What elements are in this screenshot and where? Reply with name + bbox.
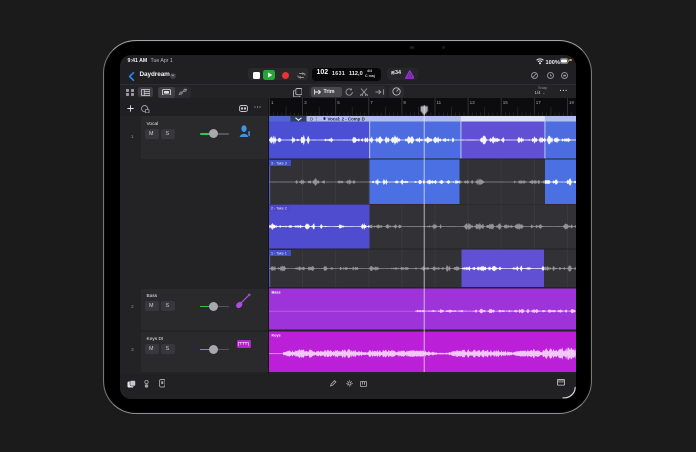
- svg-text:17: 17: [535, 100, 541, 105]
- svg-text:15: 15: [502, 100, 508, 105]
- svg-text:Keys: Keys: [271, 333, 280, 337]
- svg-text:19: 19: [568, 100, 574, 105]
- svg-text:Vocal: 2 - Comp D: Vocal: 2 - Comp D: [327, 117, 364, 122]
- svg-text:11: 11: [436, 100, 441, 105]
- svg-text:Bass: Bass: [271, 290, 280, 294]
- svg-text:1 - Take 1: 1 - Take 1: [271, 252, 287, 256]
- svg-text:13: 13: [469, 100, 475, 105]
- svg-text:3 - Take 3: 3 - Take 3: [271, 162, 287, 166]
- svg-text:2 - Take 2: 2 - Take 2: [271, 207, 287, 211]
